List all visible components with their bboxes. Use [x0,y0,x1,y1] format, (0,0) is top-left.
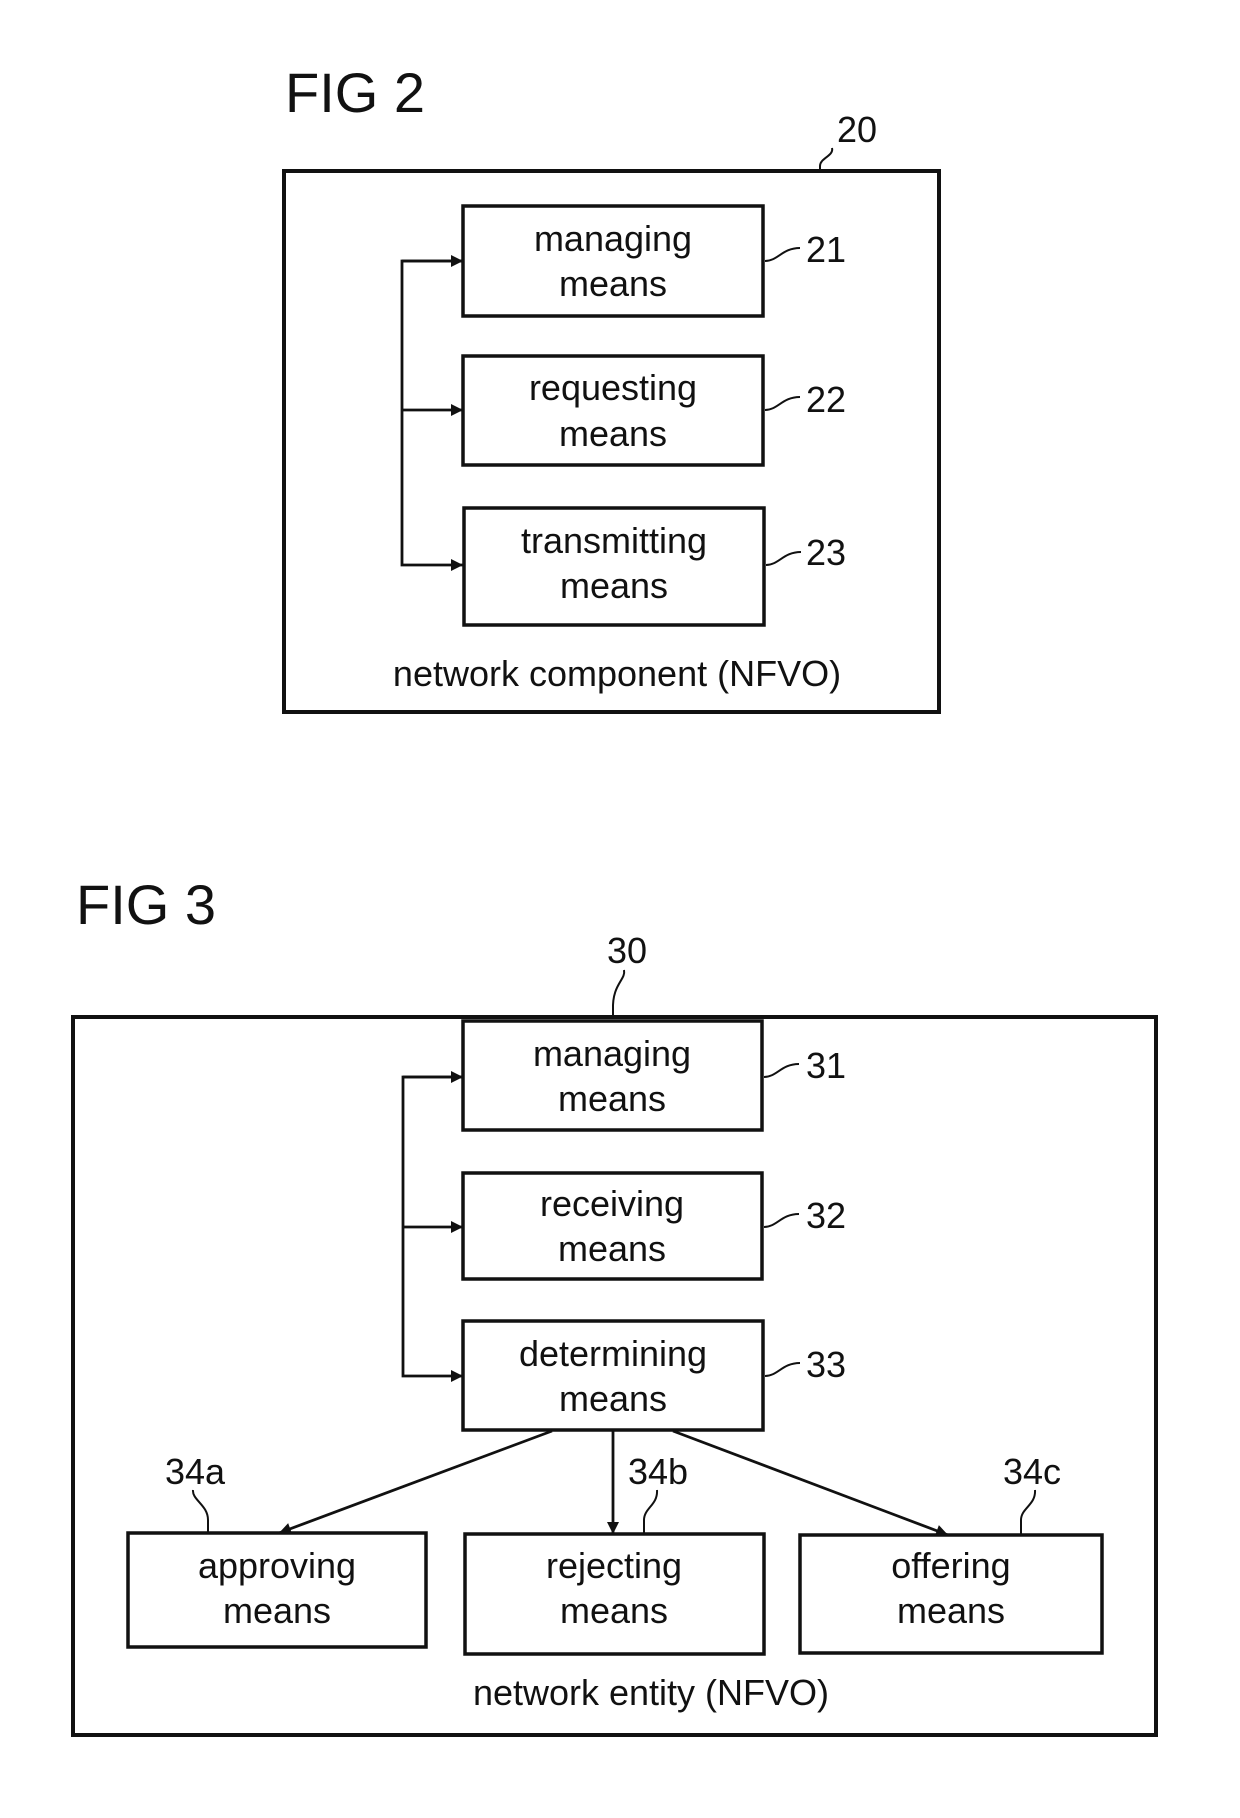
figure-3: FIG 3 30 managing means 31 receiving mea… [71,873,1158,1737]
ref-leader-34b [643,1489,659,1534]
ref-leader-34c [1020,1489,1037,1535]
block-31-line1: managing [533,1033,691,1074]
block-34b-line2: means [560,1590,668,1631]
block-32-line1: receiving [540,1183,684,1224]
figure-3-title: FIG 3 [76,873,216,936]
ref-leader-22 [764,396,801,411]
block-21-line1: managing [534,218,692,259]
block-31-line2: means [558,1078,666,1119]
ref-leader-34a [192,1489,209,1533]
block-22-line2: means [559,413,667,454]
ref-leader-30 [611,969,626,1017]
block-transmitting-means: transmitting means 23 [462,506,846,627]
block-34a-line2: means [223,1590,331,1631]
block-requesting-means: requesting means 22 [461,354,846,467]
ref-21: 21 [806,229,846,270]
container-label-fig3: network entity (NFVO) [473,1672,829,1713]
block-34a-line1: approving [198,1545,356,1586]
block-offering-means: offering means 34c [798,1451,1104,1655]
figure-2: FIG 2 20 managing means 21 requesting me… [282,61,941,714]
block-33-line1: determining [519,1333,707,1374]
ref-34a: 34a [165,1451,226,1492]
arrow-to-34c [672,1429,949,1537]
arrow-to-34a [278,1429,553,1535]
ref-leader-33 [764,1362,801,1377]
block-34b-line1: rejecting [546,1545,682,1586]
block-22-line1: requesting [529,367,697,408]
block-managing-means: managing means 21 [461,204,846,318]
figure-3-ref: 30 [607,930,647,971]
block-approving-means: approving means 34a [126,1451,428,1649]
block-23-line1: transmitting [521,520,707,561]
ref-leader-20 [819,147,834,171]
ref-leader-32 [763,1213,800,1228]
block-rejecting-means: rejecting means 34b [463,1451,766,1656]
bus-connector [400,259,463,571]
patent-drawing: FIG 2 20 managing means 21 requesting me… [71,61,1158,1737]
ref-33: 33 [806,1344,846,1385]
ref-leader-21 [764,247,801,262]
figure-2-title: FIG 2 [285,61,425,124]
block-33-line2: means [559,1378,667,1419]
ref-31: 31 [806,1045,846,1086]
block-34c-line2: means [897,1590,1005,1631]
block-34c-line1: offering [891,1545,1010,1586]
block-determining-means: determining means 33 [461,1319,846,1432]
container-label-fig2: network component (NFVO) [393,653,841,694]
block-21-line2: means [559,263,667,304]
block-receiving-means: receiving means 32 [461,1171,846,1281]
block-32-line2: means [558,1228,666,1269]
ref-leader-31 [763,1063,800,1078]
ref-22: 22 [806,379,846,420]
ref-34c: 34c [1003,1451,1061,1492]
ref-34b: 34b [628,1451,688,1492]
ref-leader-23 [765,551,802,566]
ref-32: 32 [806,1195,846,1236]
block-23-line2: means [560,565,668,606]
ref-23: 23 [806,532,846,573]
figure-2-ref: 20 [837,109,877,150]
block-managing-means-fig3: managing means 31 [461,1019,846,1132]
